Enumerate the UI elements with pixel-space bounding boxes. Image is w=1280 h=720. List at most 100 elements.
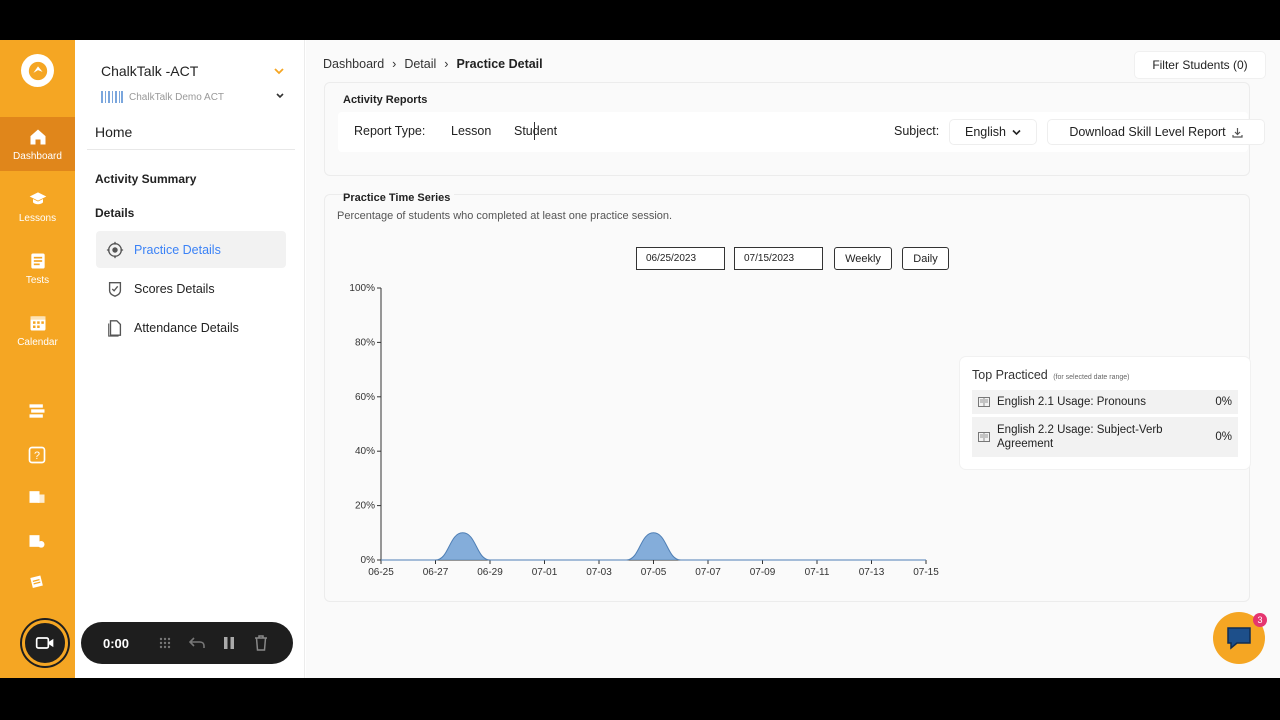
secondary-sidebar: ChalkTalk -ACT ChalkTalk Demo ACT Home A…	[75, 40, 305, 678]
recorder-toolbar: 0:00	[81, 622, 293, 664]
activity-reports-title: Activity Reports	[343, 94, 428, 106]
delete-button[interactable]	[245, 631, 277, 655]
details-heading: Details	[95, 206, 135, 220]
grid-handle-button[interactable]	[149, 631, 181, 655]
primary-rail: Dashboard Lessons Tests Calendar ?	[0, 40, 75, 678]
top-practiced-card: Top Practiced (for selected date range) …	[960, 357, 1250, 469]
home-link[interactable]: Home	[95, 124, 132, 140]
lesson-book-icon	[978, 397, 990, 407]
report-icon[interactable]	[27, 487, 47, 507]
x-tick-label: 07-01	[532, 567, 558, 578]
report-settings-icon[interactable]	[27, 531, 47, 551]
record-video-button[interactable]	[22, 620, 68, 666]
rail-label: Tests	[25, 274, 50, 286]
breadcrumb-dashboard[interactable]: Dashboard	[323, 57, 384, 71]
download-skill-report-button[interactable]: Download Skill Level Report	[1048, 120, 1264, 144]
rail-label: Calendar	[17, 336, 58, 348]
graduation-cap-icon	[29, 191, 46, 204]
practice-title: Practice Time Series	[343, 192, 455, 204]
y-tick-label: 100%	[349, 283, 375, 294]
pause-button[interactable]	[213, 631, 245, 655]
top-practiced-title: Top Practiced (for selected date range)	[972, 368, 1129, 382]
undo-icon	[189, 637, 205, 648]
lesson-book-icon	[978, 432, 990, 442]
chevron-down-icon	[1012, 129, 1021, 135]
practice-icon	[106, 241, 124, 258]
series-area	[381, 532, 926, 560]
attendance-icon	[108, 319, 122, 337]
subject-select[interactable]: English	[950, 120, 1036, 144]
breadcrumb-detail[interactable]: Detail	[404, 57, 436, 71]
org-name[interactable]: ChalkTalk -ACT	[101, 63, 198, 79]
x-tick-label: 07-15	[913, 567, 939, 578]
top-practiced-subtitle: (for selected date range)	[1053, 374, 1130, 381]
chat-badge: 3	[1253, 613, 1267, 627]
top-practiced-row[interactable]: English 2.2 Usage: Subject-Verb Agreemen…	[972, 417, 1238, 457]
rail-item-dashboard[interactable]: Dashboard	[0, 117, 75, 171]
chevron-down-icon[interactable]	[273, 66, 285, 76]
subject-label: Subject:	[894, 124, 940, 138]
main-content: Dashboard › Detail › Practice Detail Fil…	[306, 40, 1280, 678]
nav-practice-details[interactable]: Practice Details	[96, 231, 286, 268]
x-tick-label: 07-03	[586, 567, 612, 578]
y-tick-label: 80%	[355, 337, 375, 348]
filter-students-button[interactable]: Filter Students (0)	[1135, 52, 1265, 78]
trash-icon	[255, 635, 267, 651]
top-practiced-row[interactable]: English 2.1 Usage: Pronouns 0%	[972, 390, 1238, 414]
practice-description: Percentage of students who completed at …	[337, 210, 673, 222]
chevron-down-icon[interactable]	[275, 92, 285, 100]
rail-item-tests[interactable]: Tests	[0, 241, 75, 295]
book-stack-icon[interactable]	[27, 401, 47, 421]
practice-chart: 0% 20% 40% 60% 80% 100% 06-25 06-27 06-29 07-01 07…	[349, 283, 939, 578]
start-date-input[interactable]: 06/25/2023	[636, 247, 725, 270]
weekly-button[interactable]: Weekly	[834, 247, 892, 270]
x-tick-label: 07-05	[641, 567, 667, 578]
calendar-icon	[30, 315, 45, 330]
x-tick-label: 06-27	[423, 567, 449, 578]
x-tick-label: 07-07	[695, 567, 721, 578]
nav-scores-details[interactable]: Scores Details	[96, 270, 286, 307]
top-practiced-pct: 0%	[1215, 396, 1232, 408]
help-icon[interactable]: ?	[27, 445, 47, 465]
x-tick-label: 07-13	[859, 567, 885, 578]
rail-label: Lessons	[18, 212, 57, 224]
download-label: Download Skill Level Report	[1069, 125, 1226, 139]
daily-button[interactable]: Daily	[902, 247, 949, 270]
cards-icon[interactable]	[27, 573, 47, 593]
chat-icon	[1227, 627, 1251, 650]
breadcrumb-current: Practice Detail	[456, 57, 543, 71]
rail-item-lessons[interactable]: Lessons	[0, 179, 75, 233]
org-sub-select[interactable]: ChalkTalk Demo ACT	[101, 91, 224, 103]
grid-icon	[159, 637, 171, 649]
y-tick-label: 60%	[355, 392, 375, 403]
nav-label: Scores Details	[134, 281, 215, 296]
breadcrumb: Dashboard › Detail › Practice Detail	[323, 57, 543, 71]
activity-summary-link[interactable]: Activity Summary	[95, 172, 196, 186]
undo-button[interactable]	[181, 631, 213, 655]
download-icon	[1232, 127, 1243, 138]
breadcrumb-separator: ›	[392, 57, 397, 71]
report-type-student[interactable]: Student	[514, 124, 557, 138]
x-tick-label: 06-29	[477, 567, 503, 578]
nav-label: Practice Details	[134, 242, 221, 257]
report-type-lesson[interactable]: Lesson	[451, 124, 491, 138]
breadcrumb-separator: ›	[444, 57, 449, 71]
nav-label: Attendance Details	[134, 320, 239, 335]
chalktalk-logo[interactable]	[21, 54, 54, 87]
barcode-icon	[101, 91, 123, 103]
top-practiced-name: English 2.2 Usage: Subject-Verb Agreemen…	[997, 424, 1163, 450]
nav-attendance-details[interactable]: Attendance Details	[96, 309, 286, 346]
end-date-input[interactable]: 07/15/2023	[734, 247, 823, 270]
x-tick-label: 07-11	[805, 567, 830, 578]
rail-item-calendar[interactable]: Calendar	[0, 303, 75, 357]
clipboard-icon	[30, 253, 45, 268]
report-type-label: Report Type:	[354, 124, 426, 138]
home-icon	[30, 129, 45, 144]
org-sub-label: ChalkTalk Demo ACT	[129, 91, 225, 103]
rail-label: Dashboard	[13, 150, 62, 162]
x-tick-label: 07-09	[750, 567, 776, 578]
scores-icon	[108, 281, 122, 297]
top-practiced-pct: 0%	[1215, 431, 1232, 443]
video-camera-icon	[35, 637, 54, 649]
x-tick-label: 06-25	[368, 567, 394, 578]
